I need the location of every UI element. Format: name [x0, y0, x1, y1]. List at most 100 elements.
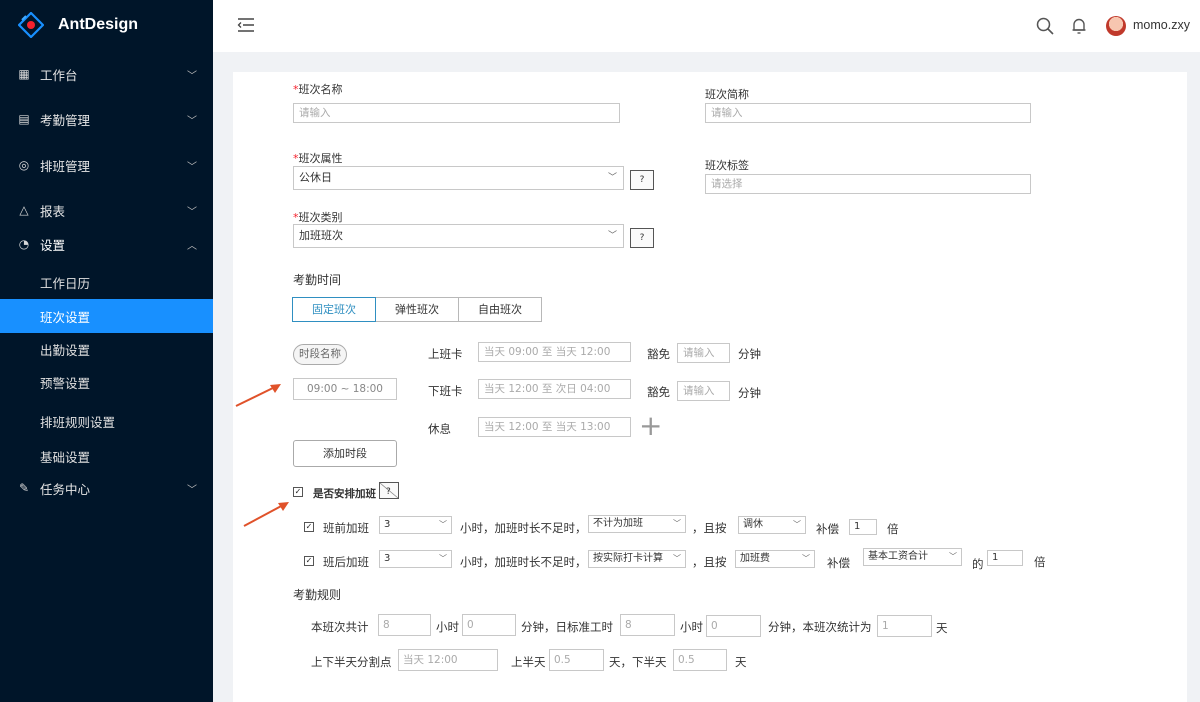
avatar[interactable]	[1106, 16, 1126, 36]
shift-form-card: *班次名称 请输入 班次简称 请输入 *班次属性 公休日 ﹀ ? 班次标签 请选择…	[233, 72, 1187, 702]
shift-abbr-input[interactable]: 请输入	[705, 103, 1031, 123]
pre-ot-hours-select[interactable]: 3 ﹀	[379, 516, 452, 534]
chevron-down-icon: ﹀	[187, 206, 197, 218]
split-time-input[interactable]: 当天 12:00	[398, 649, 498, 671]
std-minutes-input[interactable]: 0	[706, 615, 761, 637]
sidebar-item-label: 设置	[40, 237, 66, 253]
shift-name-input[interactable]: 请输入	[293, 103, 620, 123]
pre-ot-rule-select[interactable]: 不计为加班 ﹀	[588, 515, 686, 533]
shift-mode-tabs: 固定班次 弹性班次 自由班次	[292, 297, 542, 322]
app-name: AntDesign	[58, 16, 138, 33]
sidebar-item-attendance[interactable]: ▤ 考勤管理 ﹀	[0, 102, 213, 136]
and-by-text: ，且按	[692, 521, 727, 535]
post-overtime-checkbox[interactable]: ✓	[304, 556, 314, 566]
tab-free[interactable]: 自由班次	[458, 297, 542, 322]
shift-attr-label: *班次属性	[293, 152, 343, 165]
menu-fold-icon[interactable]	[237, 18, 255, 32]
check-circle-icon: ◎	[18, 158, 30, 172]
hour-unit: 小时	[680, 620, 703, 634]
second-half-label: 天，下半天	[609, 655, 667, 669]
sidebar-sub-attendance-settings[interactable]: 出勤设置	[0, 332, 213, 366]
exempt-label: 豁免	[647, 347, 670, 361]
help-icon[interactable]: ?	[379, 482, 399, 499]
post-ot-base-select[interactable]: 基本工资合计 ﹀	[863, 548, 962, 566]
shift-type-value: 加班班次	[299, 229, 343, 242]
chevron-down-icon: ﹀	[607, 231, 617, 241]
bell-icon[interactable]	[1069, 16, 1089, 36]
sidebar-sub-schedule-rules[interactable]: 排班规则设置	[0, 404, 213, 438]
total-minutes-input[interactable]: 0	[462, 614, 516, 636]
second-half-input[interactable]: 0.5	[673, 649, 727, 671]
chevron-down-icon: ﹀	[187, 161, 197, 173]
std-hours-input[interactable]: 8	[620, 614, 675, 636]
shift-attr-select[interactable]: 公休日 ﹀	[293, 166, 624, 190]
minutes-label: 分钟	[738, 347, 761, 361]
total-hours-input[interactable]: 8	[378, 614, 431, 636]
svg-text:?: ?	[386, 487, 391, 497]
sidebar-item-label: 报表	[40, 203, 66, 219]
first-half-input[interactable]: 0.5	[549, 649, 604, 671]
exempt-input[interactable]: 请输入	[677, 381, 730, 401]
pre-overtime-checkbox[interactable]: ✓	[304, 522, 314, 532]
help-icon[interactable]: ?	[630, 228, 654, 248]
sidebar-sub-label: 班次设置	[40, 309, 91, 325]
clock-out-range[interactable]: 当天 12:00 至 次日 04:00	[478, 379, 631, 399]
chevron-up-icon: ︿	[187, 240, 197, 252]
tab-flexible[interactable]: 弹性班次	[375, 297, 459, 322]
pre-overtime-label: 班前加班	[323, 521, 369, 535]
sidebar-item-label: 工作台	[40, 67, 78, 83]
search-icon[interactable]	[1035, 16, 1055, 36]
tab-fixed[interactable]: 固定班次	[292, 297, 376, 322]
and-by-text: ，且按	[692, 555, 727, 569]
sidebar-item-task-center[interactable]: ✎ 任务中心 ﹀	[0, 471, 213, 505]
warning-icon: △	[19, 203, 29, 217]
hour-unit: 小时	[436, 620, 459, 634]
top-header: momo.zxy	[213, 0, 1200, 52]
chevron-down-icon: ﹀	[607, 173, 617, 183]
sidebar-sub-alert-settings[interactable]: 预警设置	[0, 365, 213, 399]
rest-range[interactable]: 当天 12:00 至 当天 13:00	[478, 417, 631, 437]
sidebar-item-settings[interactable]: ◔ 设置 ︿	[0, 227, 213, 261]
shift-tag-label: 班次标签	[705, 159, 749, 172]
help-icon[interactable]: ?	[630, 170, 654, 190]
username[interactable]: momo.zxy	[1133, 18, 1190, 32]
shift-abbr-label: 班次简称	[705, 88, 749, 101]
post-overtime-label: 班后加班	[323, 555, 369, 569]
sidebar-sub-label: 工作日历	[40, 275, 91, 291]
split-label: 上下半天分割点	[311, 655, 392, 669]
count-days-input[interactable]: 1	[877, 615, 932, 637]
pre-ot-comp-select[interactable]: 调休 ﹀	[738, 516, 806, 534]
attendance-rules-title: 考勤规则	[293, 588, 342, 602]
exempt-label: 豁免	[647, 385, 670, 399]
post-ot-rule-select[interactable]: 按实际打卡计算 ﹀	[588, 550, 686, 568]
overtime-checkbox[interactable]: ✓	[293, 487, 303, 497]
sidebar-sub-label: 排班规则设置	[40, 414, 116, 430]
add-period-button[interactable]: 添加时段	[293, 440, 397, 467]
shift-tag-select[interactable]: 请选择	[705, 174, 1031, 194]
sidebar-item-dashboard[interactable]: ▦ 工作台 ﹀	[0, 57, 213, 91]
sidebar-item-reports[interactable]: △ 报表 ﹀	[0, 193, 213, 227]
sidebar-sub-basic-settings[interactable]: 基础设置	[0, 439, 213, 473]
sidebar: AntDesign ▦ 工作台 ﹀ ▤ 考勤管理 ﹀ ◎ 排班管理 ﹀ △ 报表…	[0, 0, 213, 702]
post-ot-comp-select[interactable]: 加班费 ﹀	[735, 550, 815, 568]
chevron-down-icon: ﹀	[187, 484, 197, 496]
pre-ot-times-input[interactable]: 1	[849, 519, 877, 535]
clock-out-label: 下班卡	[428, 384, 463, 398]
post-ot-times-input[interactable]: 1	[987, 550, 1023, 566]
clock-in-range[interactable]: 当天 09:00 至 当天 12:00	[478, 342, 631, 362]
sidebar-sub-calendar[interactable]: 工作日历	[0, 265, 213, 299]
annotation-arrow-icon	[235, 384, 281, 407]
period-time-range[interactable]: 09:00 ~ 18:00	[293, 378, 397, 400]
post-ot-hours-select[interactable]: 3 ﹀	[379, 550, 452, 568]
sidebar-sub-label: 预警设置	[40, 375, 91, 391]
exempt-input[interactable]: 请输入	[677, 343, 730, 363]
compensate-text: 补偿	[827, 556, 850, 570]
chevron-down-icon: ﹀	[187, 70, 197, 82]
shift-type-select[interactable]: 加班班次 ﹀	[293, 224, 624, 248]
add-rest-icon[interactable]: +	[639, 412, 662, 440]
sidebar-item-scheduling[interactable]: ◎ 排班管理 ﹀	[0, 148, 213, 182]
antdesign-logo-icon	[18, 12, 44, 38]
period-name-input[interactable]: 时段名称	[293, 344, 347, 365]
sidebar-sub-shift-settings[interactable]: 班次设置	[0, 299, 213, 333]
logo[interactable]: AntDesign	[18, 10, 138, 40]
